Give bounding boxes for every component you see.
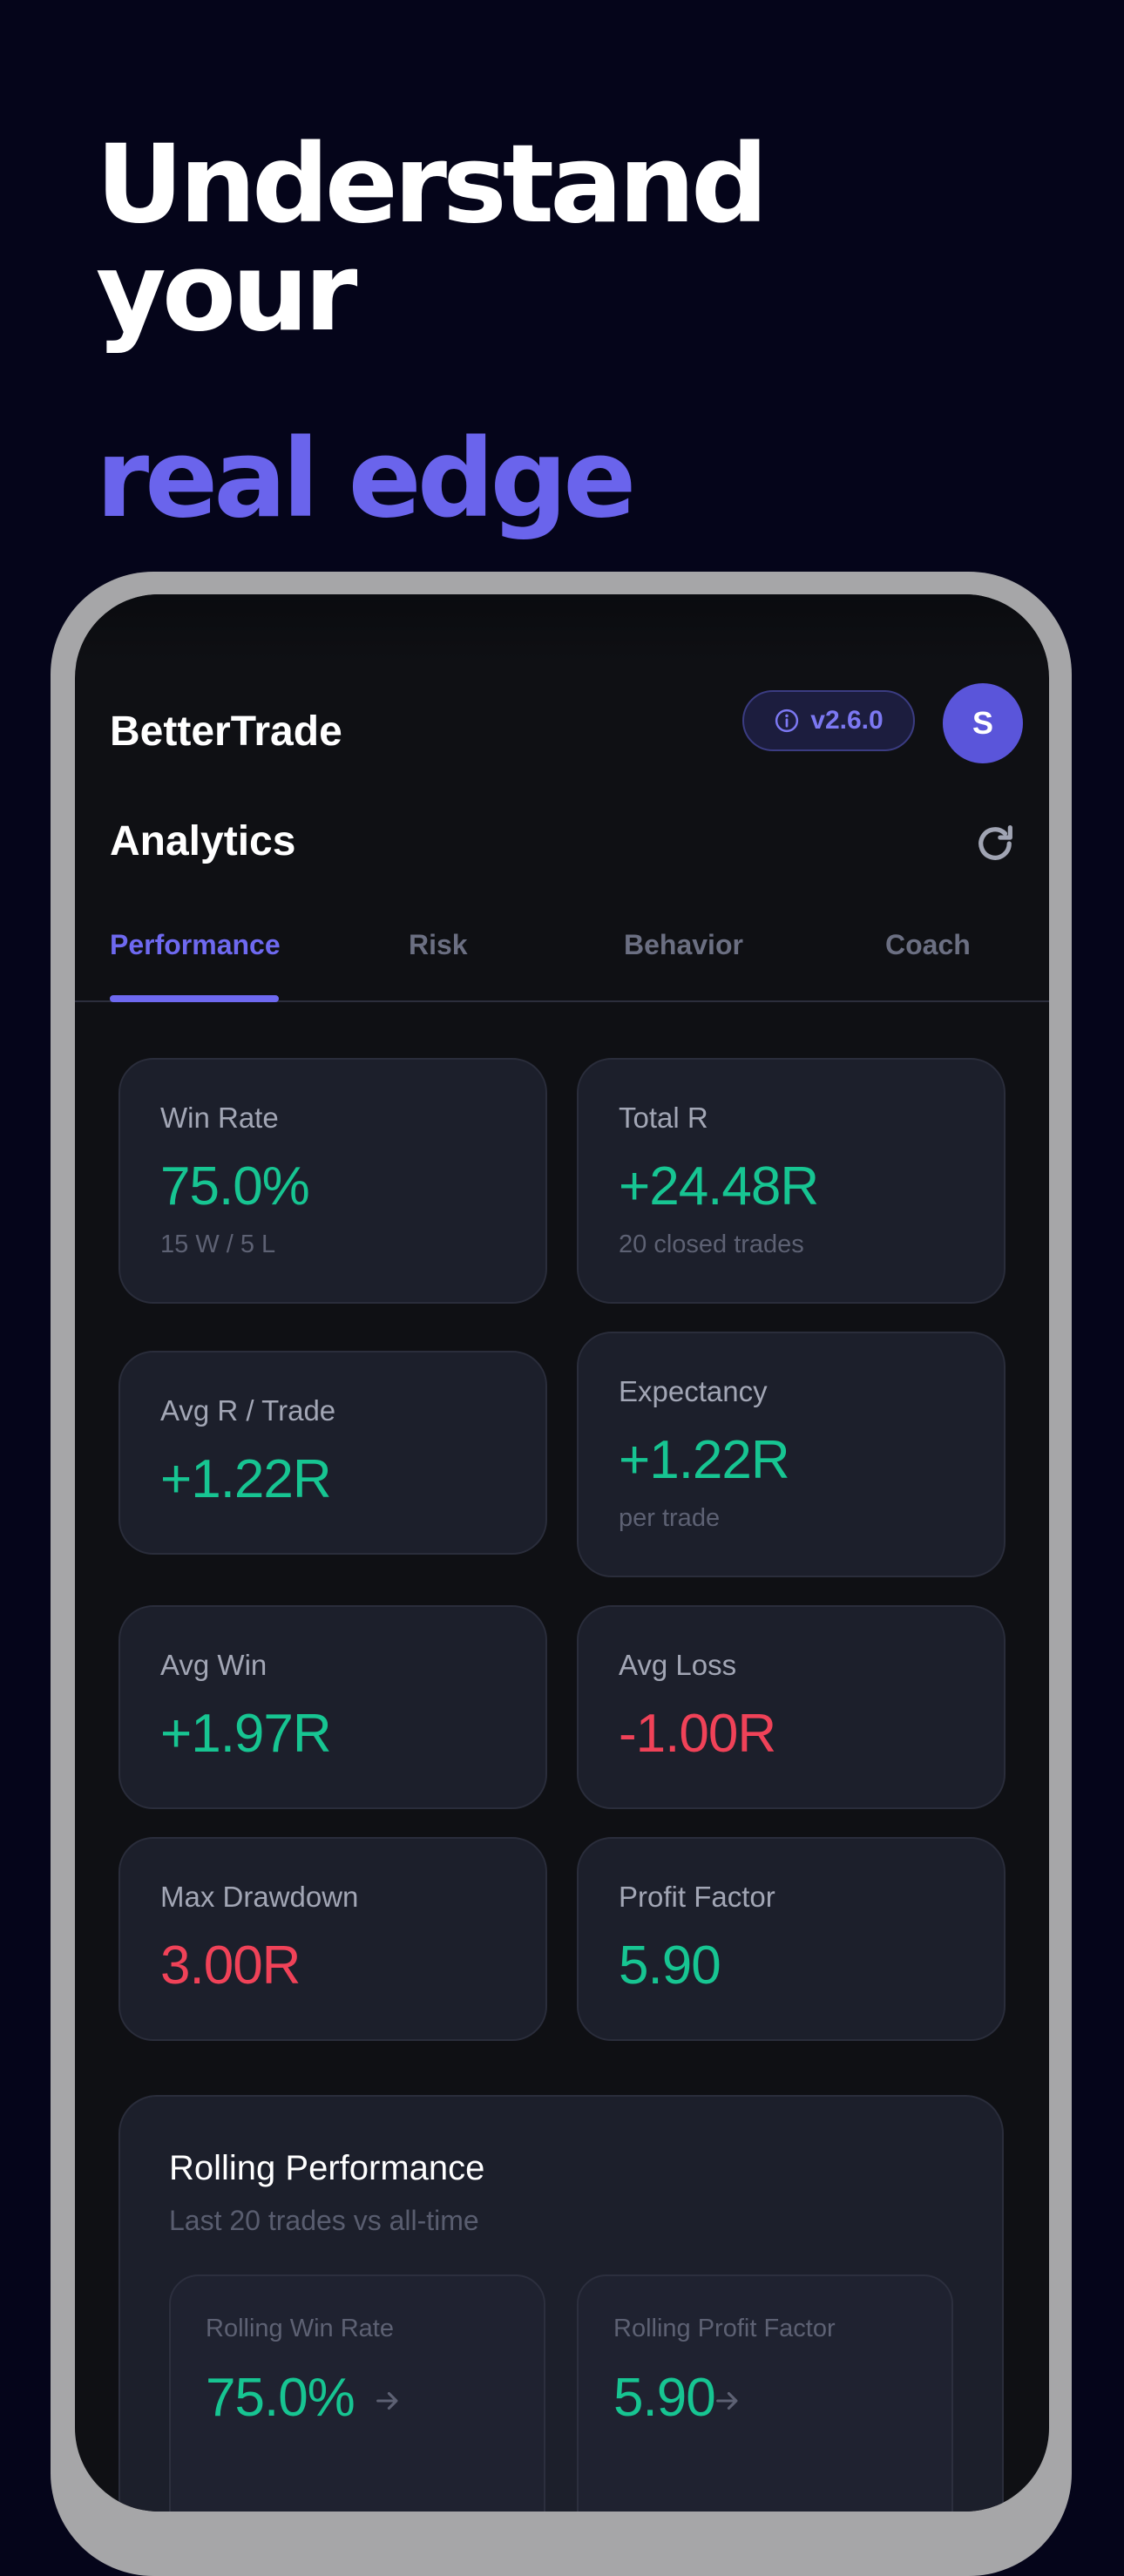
- avg-r-trade-label: Avg R / Trade: [160, 1394, 336, 1427]
- rolling-win-rate-label: Rolling Win Rate: [206, 2315, 394, 2342]
- hero-line-2: real edge: [96, 417, 636, 542]
- win-rate-sub: 15 W / 5 L: [160, 1230, 276, 1258]
- version-badge[interactable]: v2.6.0: [742, 690, 915, 751]
- tab-risk[interactable]: Risk: [409, 925, 468, 1002]
- avg-win-value: +1.97R: [160, 1704, 332, 1764]
- expectancy-label: Expectancy: [619, 1375, 768, 1407]
- total-r-card[interactable]: Total R +24.48R 20 closed trades: [577, 1058, 1006, 1304]
- avg-r-trade-card[interactable]: Avg R / Trade +1.22R: [118, 1351, 547, 1555]
- rolling-subtitle: Last 20 trades vs all-time: [169, 2205, 479, 2236]
- expectancy-value: +1.22R: [619, 1430, 790, 1490]
- page-title: Analytics: [110, 818, 296, 864]
- profit-factor-card[interactable]: Profit Factor 5.90: [577, 1837, 1006, 2041]
- status-area: [75, 594, 1049, 664]
- arrow-right-icon: [716, 2391, 738, 2410]
- tab-coach[interactable]: Coach: [885, 925, 971, 1002]
- rolling-profit-factor-card[interactable]: Rolling Profit Factor 5.90: [577, 2274, 953, 2512]
- app-name: BetterTrade: [110, 708, 342, 755]
- tab-performance[interactable]: Performance: [110, 925, 281, 1002]
- rolling-profit-factor-value: 5.90: [613, 2368, 716, 2428]
- profit-factor-value: 5.90: [619, 1935, 721, 1996]
- refresh-icon[interactable]: [972, 821, 1018, 866]
- hero-headline: Understand your real edge: [96, 131, 1054, 533]
- total-r-sub: 20 closed trades: [619, 1230, 804, 1258]
- app-screen: BetterTrade v2.6.0 S Analytics Performan…: [75, 594, 1049, 2512]
- avg-loss-card[interactable]: Avg Loss -1.00R: [577, 1605, 1006, 1809]
- expectancy-sub: per trade: [619, 1504, 721, 1532]
- win-rate-value: 75.0%: [160, 1156, 310, 1217]
- win-rate-card[interactable]: Win Rate 75.0% 15 W / 5 L: [118, 1058, 547, 1304]
- rolling-title: Rolling Performance: [169, 2149, 485, 2187]
- rolling-win-rate-card[interactable]: Rolling Win Rate 75.0%: [169, 2274, 545, 2512]
- top-bar: BetterTrade v2.6.0 S: [75, 683, 1049, 770]
- profit-factor-label: Profit Factor: [619, 1881, 775, 1913]
- info-icon: [775, 708, 799, 733]
- max-drawdown-card[interactable]: Max Drawdown 3.00R: [118, 1837, 547, 2041]
- active-tab-indicator: [110, 995, 279, 1002]
- avg-r-trade-value: +1.22R: [160, 1449, 332, 1509]
- expectancy-card[interactable]: Expectancy +1.22R per trade: [577, 1332, 1006, 1577]
- hero-line-1: Understand your: [96, 122, 769, 356]
- max-drawdown-value: 3.00R: [160, 1935, 301, 1996]
- rolling-performance-card: Rolling Performance Last 20 trades vs al…: [118, 2095, 1004, 2512]
- tab-bar: Performance Risk Behavior Coach: [75, 925, 1049, 1002]
- total-r-label: Total R: [619, 1102, 708, 1134]
- avatar[interactable]: S: [943, 683, 1023, 763]
- total-r-value: +24.48R: [619, 1156, 819, 1217]
- avg-loss-label: Avg Loss: [619, 1649, 737, 1681]
- avg-win-card[interactable]: Avg Win +1.97R: [118, 1605, 547, 1809]
- version-text: v2.6.0: [810, 706, 884, 735]
- win-rate-label: Win Rate: [160, 1102, 279, 1134]
- avg-win-label: Avg Win: [160, 1649, 267, 1681]
- max-drawdown-label: Max Drawdown: [160, 1881, 359, 1913]
- arrow-right-icon: [376, 2391, 398, 2410]
- rolling-win-rate-value: 75.0%: [206, 2368, 355, 2428]
- rolling-profit-factor-label: Rolling Profit Factor: [613, 2315, 836, 2342]
- avg-loss-value: -1.00R: [619, 1704, 776, 1764]
- tab-behavior[interactable]: Behavior: [624, 925, 743, 1002]
